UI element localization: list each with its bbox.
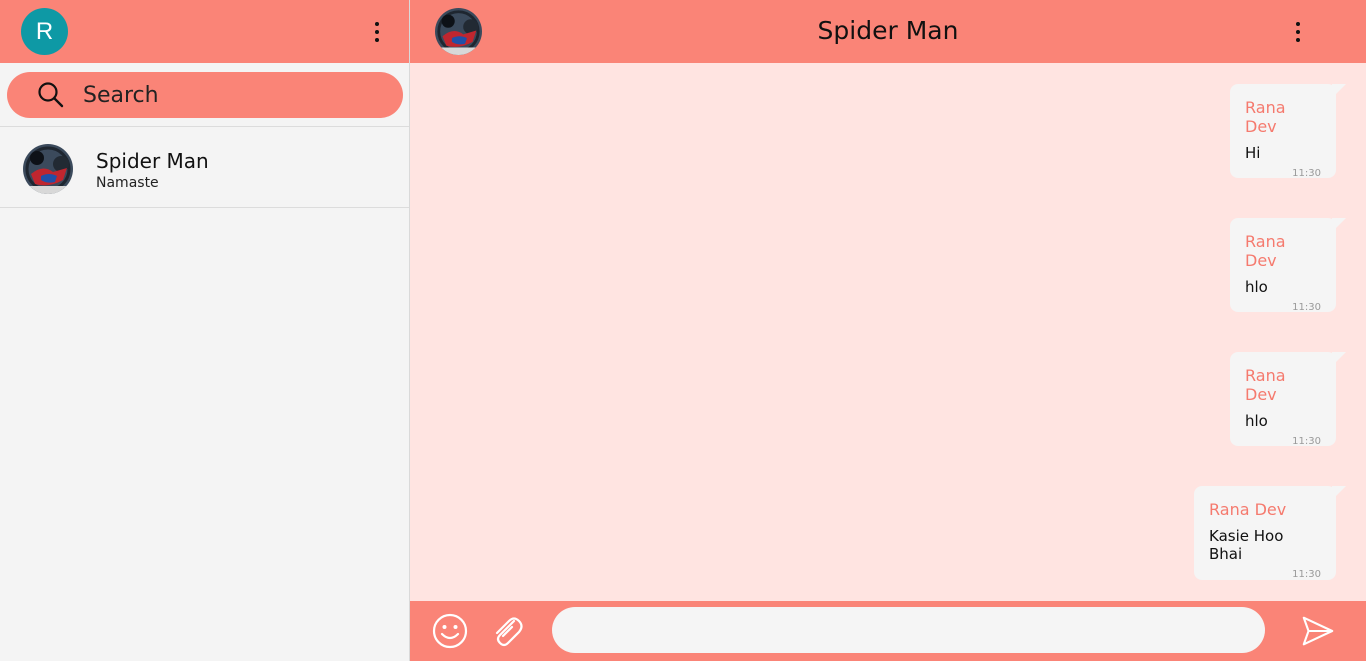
message-text: Kasie Hoo Bhai [1209,527,1284,563]
chat-title: Spider Man [817,16,959,45]
send-icon[interactable] [1299,612,1337,650]
chat-preview: Namaste [96,175,159,191]
search-bar[interactable] [7,72,403,118]
search-icon [38,82,64,108]
search-section [0,63,409,127]
message-sender: Rana Dev [1245,232,1286,270]
message-time: 11:30 [1292,436,1321,447]
sidebar-header: R [0,0,409,63]
sidebar-menu-icon[interactable] [367,20,387,44]
user-avatar[interactable]: R [21,8,68,55]
message-time: 11:30 [1292,569,1321,580]
message-bubble: Rana Dev Hi 11:30 [1230,84,1346,179]
message-input[interactable] [552,607,1265,653]
chat-list-item[interactable]: Spider Man Namaste [0,127,409,208]
chat-menu-icon[interactable] [1288,20,1308,44]
paperclip-icon[interactable] [488,612,526,650]
emoji-icon[interactable] [431,612,469,650]
message-sender: Rana Dev [1209,500,1287,519]
message-text: hlo [1245,412,1268,430]
search-input[interactable] [83,82,383,108]
message-bubble: Rana Dev hlo 11:30 [1230,218,1346,313]
message-text: hlo [1245,278,1268,296]
chat-header: Spider Man [410,0,1366,63]
sidebar: R Spider Man Namaste [0,0,410,661]
composer-bar [410,601,1366,661]
message-list: Rana Dev Hi 11:30 Rana Dev hlo 11:30 Ran… [410,63,1366,601]
message-bubble: Rana Dev hlo 11:30 [1230,352,1346,447]
message-bubble: Rana Dev Kasie Hoo Bhai 11:30 [1194,486,1346,580]
message-sender: Rana Dev [1245,366,1286,404]
message-sender: Rana Dev [1245,98,1286,136]
chat-window: Spider Man Rana Dev Hi 11:30 Rana Dev hl… [410,0,1366,661]
chat-name: Spider Man [96,149,209,173]
message-text: Hi [1245,144,1261,162]
contact-avatar [23,144,73,194]
message-time: 11:30 [1292,168,1321,179]
message-time: 11:30 [1292,302,1321,313]
